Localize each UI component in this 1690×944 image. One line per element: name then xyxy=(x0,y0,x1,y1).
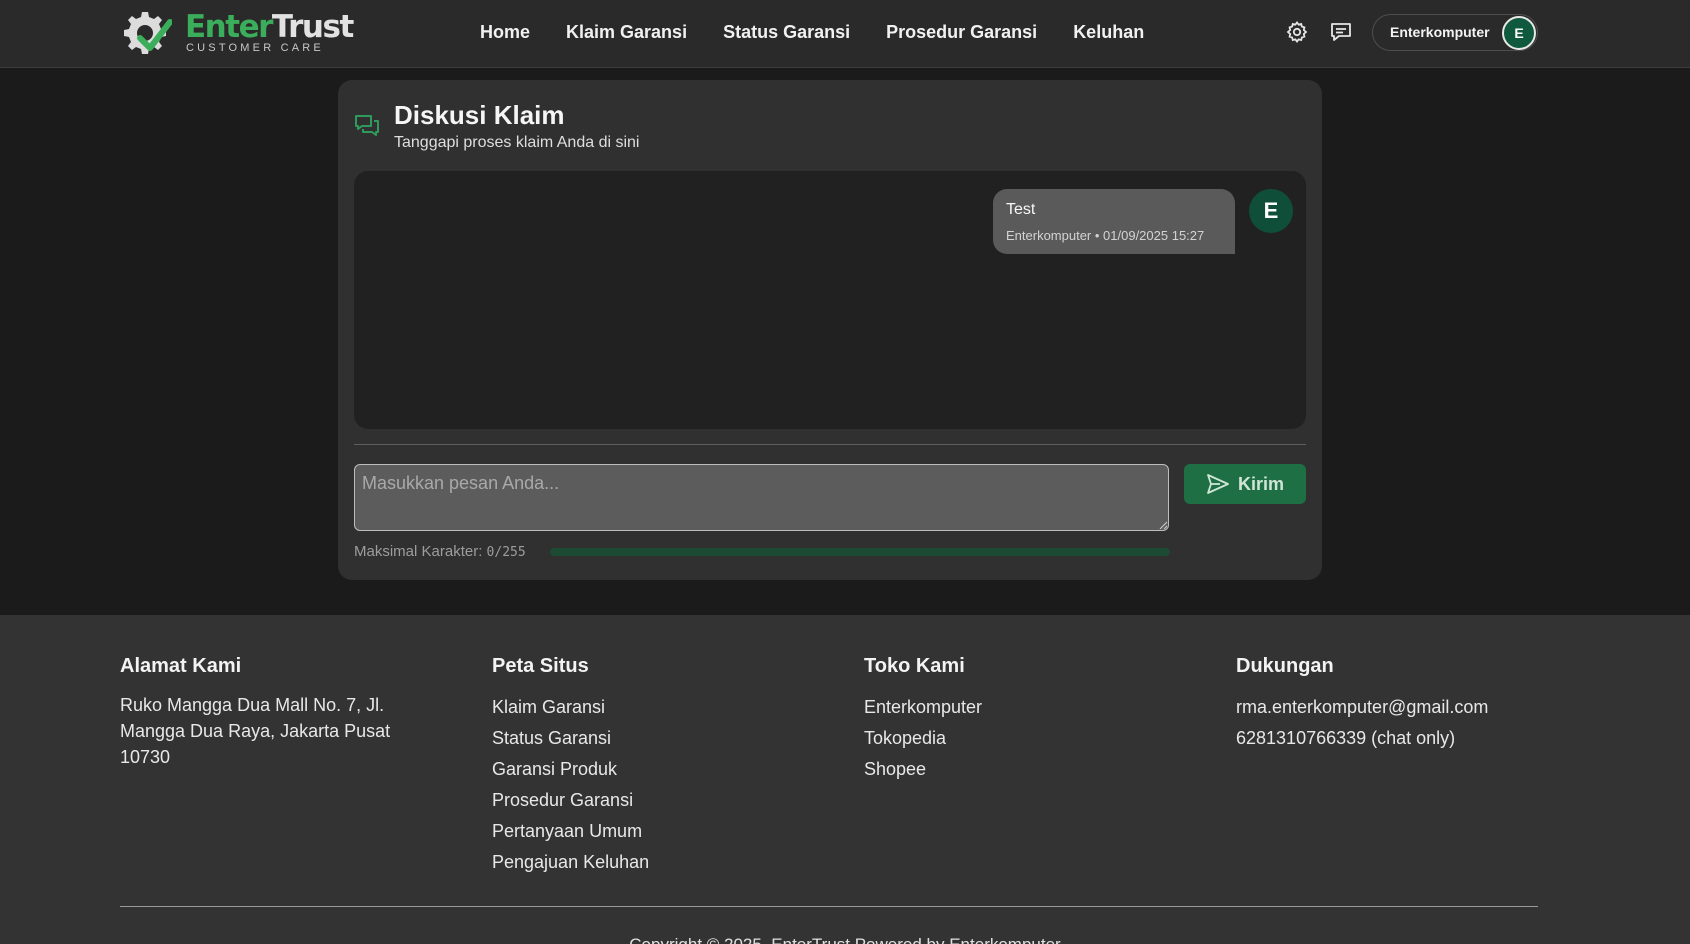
page-title: Diskusi Klaim xyxy=(394,100,565,130)
copyright-text: Copyright © 2025, EnterTrust Powered by … xyxy=(0,935,1690,944)
send-icon xyxy=(1207,474,1229,494)
messages-button[interactable] xyxy=(1328,19,1354,45)
logo-word-enter: Enter xyxy=(185,9,273,45)
page-subtitle: Tanggapi proses klaim Anda di sini xyxy=(394,134,640,151)
footer-stores: Toko Kami Enterkomputer Tokopedia Shopee xyxy=(864,655,982,785)
send-button[interactable]: Kirim xyxy=(1184,464,1306,504)
footer-address-title: Alamat Kami xyxy=(120,655,242,677)
char-counter-label: Maksimal Karakter: xyxy=(354,543,483,560)
gear-check-logo-icon xyxy=(124,12,172,54)
footer-support-email[interactable]: rma.enterkomputer@gmail.com xyxy=(1236,692,1488,723)
divider xyxy=(354,444,1306,445)
footer-link-pengajuan-keluhan[interactable]: Pengajuan Keluhan xyxy=(492,847,649,878)
nav-klaim-garansi[interactable]: Klaim Garansi xyxy=(566,22,687,43)
footer-link-shopee[interactable]: Shopee xyxy=(864,754,982,785)
site-footer: Alamat Kami Ruko Mangga Dua Mall No. 7, … xyxy=(0,615,1690,944)
chat-messages-area[interactable]: Test Enterkomputer • 01/09/2025 15:27 E xyxy=(354,171,1306,429)
top-navbar: EnterTrust CUSTOMER CARE Home Klaim Gara… xyxy=(0,0,1690,68)
user-menu-button[interactable]: Enterkomputer E xyxy=(1372,14,1538,51)
nav-prosedur-garansi[interactable]: Prosedur Garansi xyxy=(886,22,1037,43)
claim-discussion-card: Diskusi Klaim Tanggapi proses klaim Anda… xyxy=(338,80,1322,580)
footer-address: Alamat Kami Ruko Mangga Dua Mall No. 7, … xyxy=(120,655,410,770)
footer-link-pertanyaan-umum[interactable]: Pertanyaan Umum xyxy=(492,816,649,847)
chat-message-bubble: Test Enterkomputer • 01/09/2025 15:27 xyxy=(993,189,1235,254)
char-counter-value: 0/255 xyxy=(486,545,526,560)
main-nav: Home Klaim Garansi Status Garansi Prosed… xyxy=(480,0,1180,64)
nav-status-garansi[interactable]: Status Garansi xyxy=(723,22,850,43)
footer-link-tokopedia[interactable]: Tokopedia xyxy=(864,723,982,754)
footer-link-enterkomputer[interactable]: Enterkomputer xyxy=(864,692,982,723)
chat-icon xyxy=(1331,23,1351,41)
footer-link-garansi-produk[interactable]: Garansi Produk xyxy=(492,754,649,785)
message-input[interactable] xyxy=(354,464,1169,531)
avatar: E xyxy=(1502,16,1536,50)
footer-address-text: Ruko Mangga Dua Mall No. 7, Jl. Mangga D… xyxy=(120,695,391,767)
nav-keluhan[interactable]: Keluhan xyxy=(1073,22,1144,43)
footer-link-status-garansi[interactable]: Status Garansi xyxy=(492,723,649,754)
char-progress-bar xyxy=(550,548,1170,556)
footer-divider xyxy=(120,906,1538,907)
gear-icon xyxy=(1286,21,1308,43)
footer-link-prosedur-garansi[interactable]: Prosedur Garansi xyxy=(492,785,649,816)
message-avatar: E xyxy=(1249,189,1293,233)
message-meta: Enterkomputer • 01/09/2025 15:27 xyxy=(1006,228,1205,243)
settings-button[interactable] xyxy=(1284,19,1310,45)
footer-support-phone[interactable]: 6281310766339 (chat only) xyxy=(1236,723,1488,754)
send-label: Kirim xyxy=(1237,473,1284,494)
logo-word-trust: Trust xyxy=(271,9,354,45)
footer-support: Dukungan rma.enterkomputer@gmail.com 628… xyxy=(1236,655,1488,754)
footer-stores-title: Toko Kami xyxy=(864,655,965,677)
footer-sitemap-title: Peta Situs xyxy=(492,655,589,677)
message-text: Test xyxy=(1006,201,1036,218)
char-counter: Maksimal Karakter: 0/255 xyxy=(354,543,526,560)
logo-subtitle: CUSTOMER CARE xyxy=(186,42,324,54)
footer-link-klaim-garansi[interactable]: Klaim Garansi xyxy=(492,692,649,723)
footer-support-title: Dukungan xyxy=(1236,655,1334,677)
user-name: Enterkomputer xyxy=(1390,24,1490,40)
logo-wordmark: EnterTrust xyxy=(185,9,354,45)
resize-grip-icon[interactable] xyxy=(1159,521,1167,529)
nav-home[interactable]: Home xyxy=(480,22,530,43)
discussion-icon xyxy=(355,115,379,136)
entertrust-logo[interactable]: EnterTrust CUSTOMER CARE xyxy=(120,8,354,56)
footer-sitemap: Peta Situs Klaim Garansi Status Garansi … xyxy=(492,655,649,878)
